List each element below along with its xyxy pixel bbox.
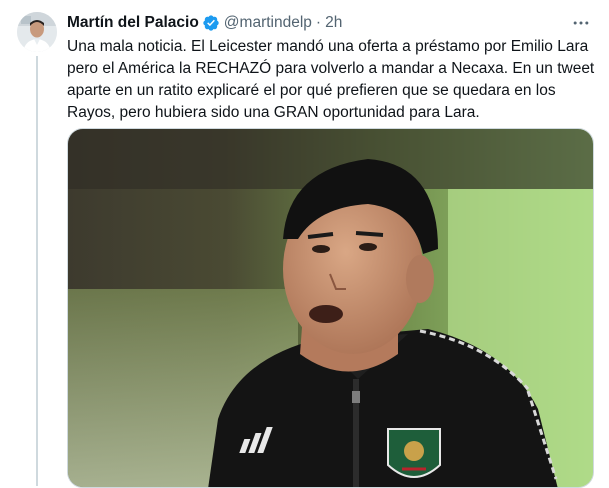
separator-dot: · — [315, 14, 322, 31]
tweet-header: Martín del Palacio @martindelp · 2h — [67, 12, 342, 34]
author-name[interactable]: Martín del Palacio — [67, 14, 199, 32]
verified-badge-icon — [202, 14, 220, 32]
tweet-timestamp[interactable]: 2h — [325, 14, 342, 32]
tweet[interactable]: Martín del Palacio @martindelp · 2h Una … — [0, 0, 609, 488]
thread-line — [36, 56, 38, 486]
tweet-text: Una mala noticia. El Leicester mandó una… — [67, 38, 595, 121]
more-options-icon[interactable] — [570, 12, 592, 34]
tweet-photo[interactable] — [67, 128, 594, 488]
author-handle[interactable]: @martindelp — [224, 14, 312, 32]
avatar[interactable] — [17, 12, 57, 52]
